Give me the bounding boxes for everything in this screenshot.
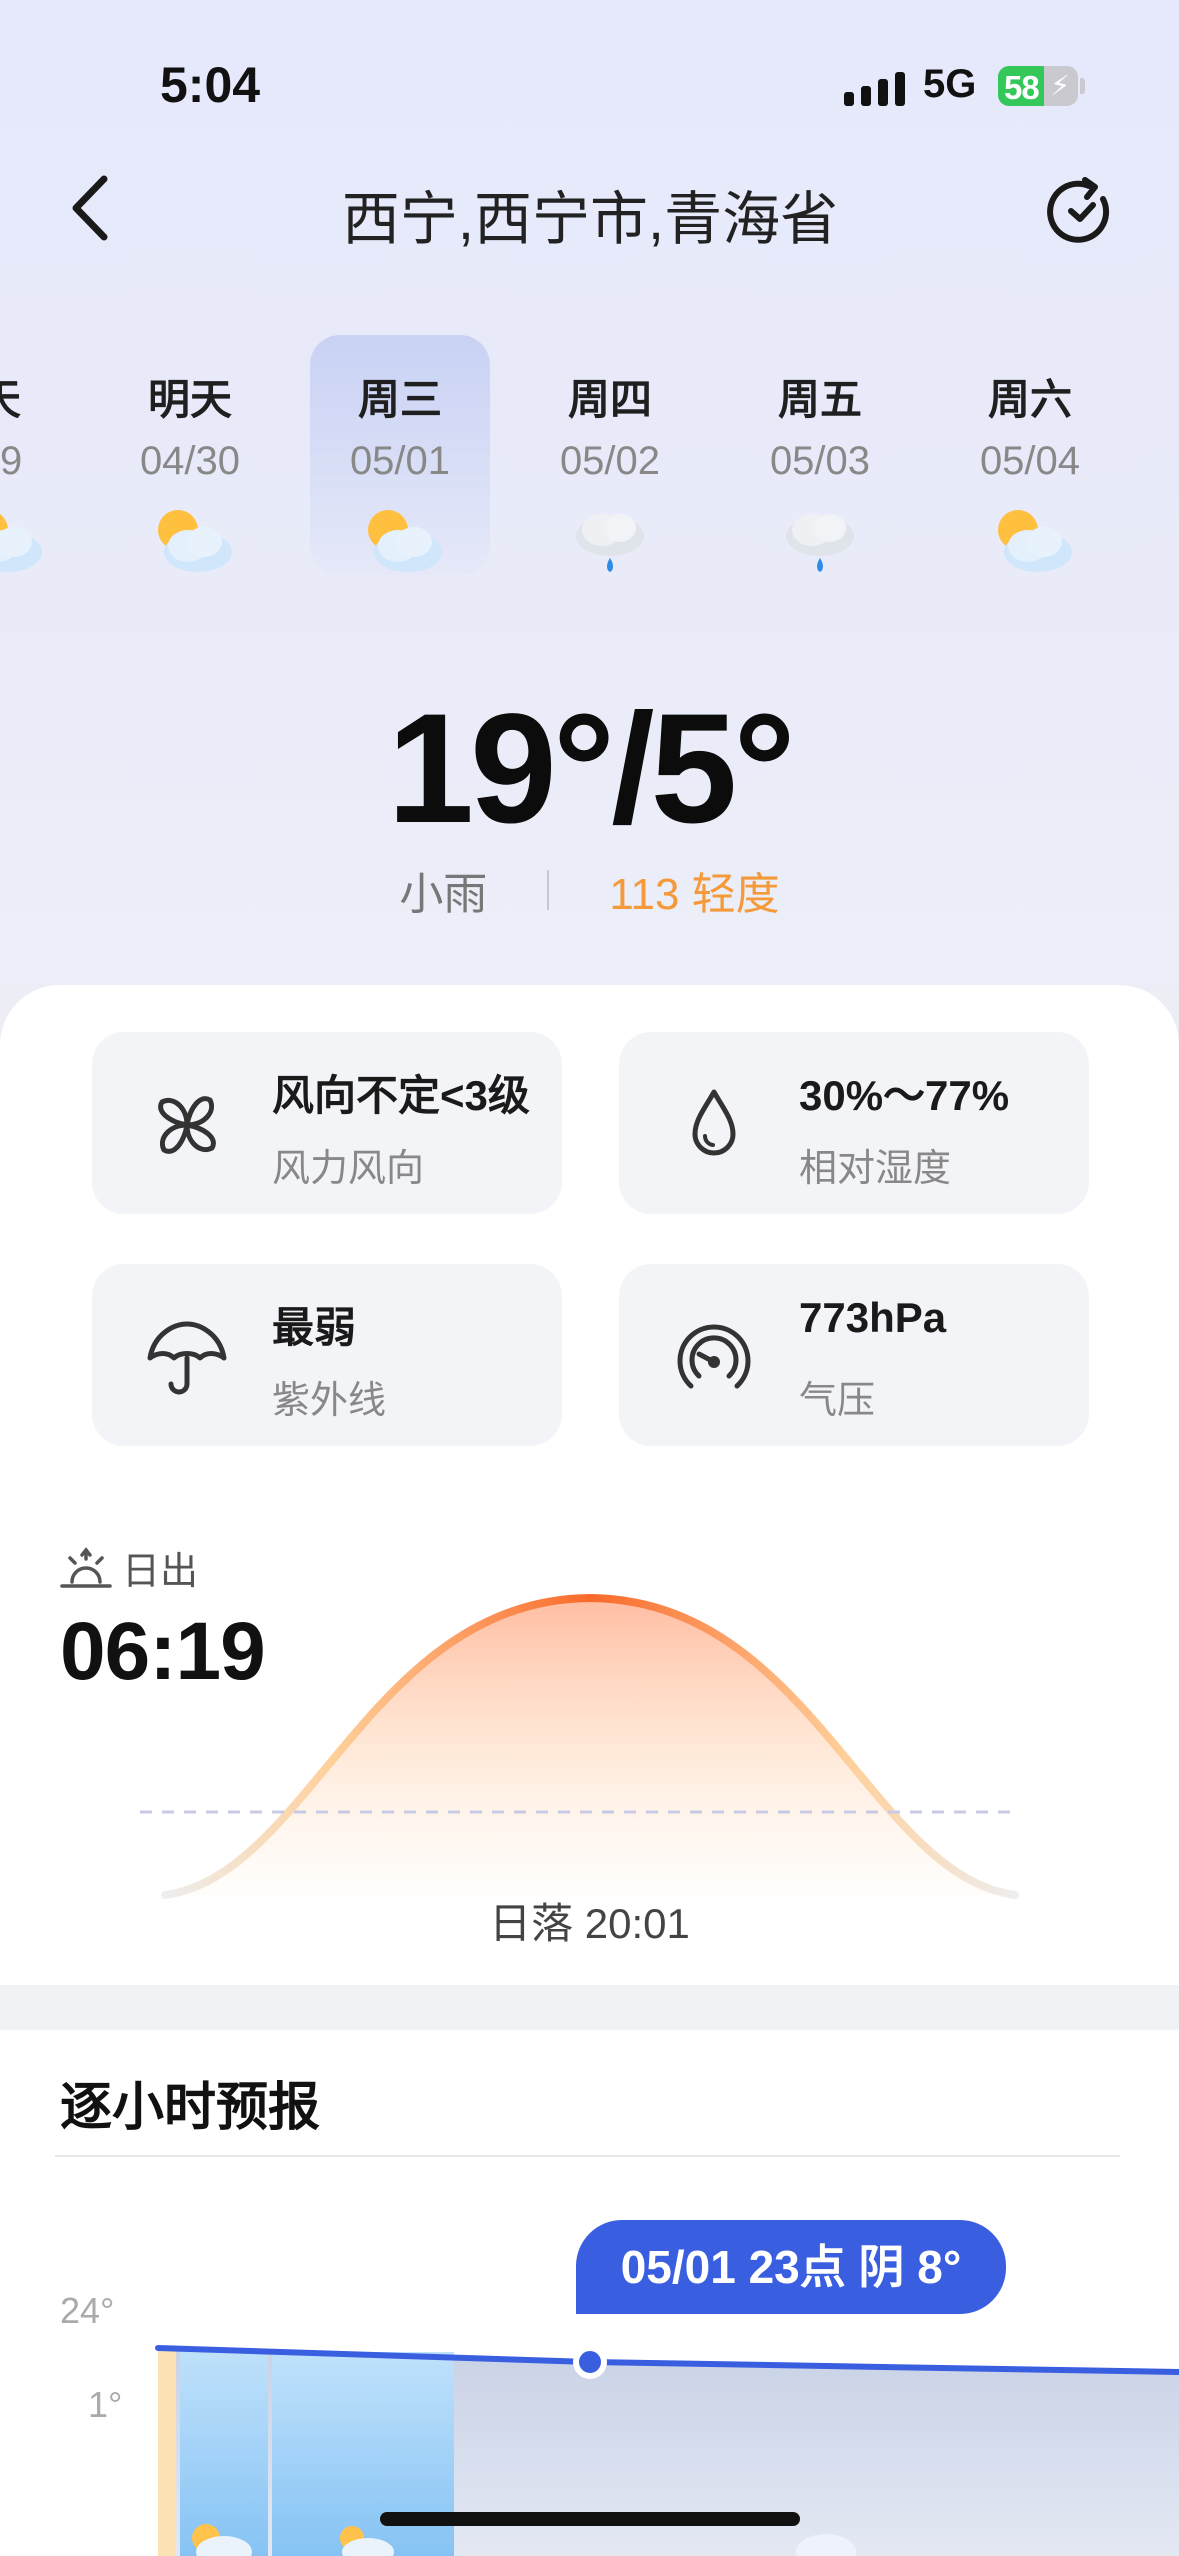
light-rain-icon <box>576 514 644 572</box>
day-tab-5[interactable]: 周六 05/04 <box>940 372 1120 585</box>
back-button[interactable] <box>60 168 120 248</box>
chevron-left-icon <box>72 175 108 241</box>
day-tab-4[interactable]: 周五 05/03 <box>730 372 910 585</box>
battery-level: 58 <box>1004 69 1040 106</box>
day-tab-3[interactable]: 周四 05/02 <box>520 372 700 585</box>
gauge-icon <box>677 1324 751 1389</box>
uv-value: 最弱 <box>272 1304 357 1351</box>
home-indicator[interactable] <box>380 2512 800 2526</box>
day-name: 周三 <box>357 376 442 423</box>
wind-value: 风向不定<3级 <box>272 1072 530 1119</box>
weather-condition: 小雨 <box>399 870 488 919</box>
air-quality[interactable]: 113 轻度 <box>609 858 779 922</box>
day-date: 05/04 <box>979 439 1081 483</box>
battery-cap <box>1080 78 1085 94</box>
network-type: 5G <box>923 62 977 106</box>
humidity-label: 相对湿度 <box>799 1148 952 1190</box>
day-date: 05/03 <box>769 439 871 483</box>
day-name: 明天 <box>147 376 232 423</box>
charging-bolt-icon: ⚡ <box>1050 70 1070 101</box>
partly-cloudy-icon <box>998 510 1072 572</box>
partly-cloudy-icon <box>0 514 42 572</box>
page-title: 西宁,西宁市,青海省 <box>341 187 839 252</box>
wind-label: 风力风向 <box>272 1148 425 1190</box>
divider <box>547 870 550 910</box>
cell-signal-icon <box>844 70 905 106</box>
pressure-label: 气压 <box>799 1380 876 1422</box>
umbrella-icon <box>147 1321 227 1395</box>
pressure-tile: 773hPa 气压 <box>619 1264 1089 1446</box>
hour-bar-now <box>158 2350 176 2556</box>
hourly-tooltip: 05/01 23点 阴 8° <box>576 2220 1006 2314</box>
day-name: 周四 <box>567 376 652 423</box>
section-gap <box>0 1985 1179 2030</box>
refresh-icon <box>1047 177 1110 243</box>
hourly-divider <box>55 2155 1120 2157</box>
status-time: 5:04 <box>160 57 261 113</box>
hour-bar-1 <box>180 2350 268 2556</box>
refresh-button[interactable] <box>1040 172 1120 252</box>
day-tab-1[interactable]: 明天 04/30 <box>100 372 280 585</box>
day-tab-0[interactable]: 天 29 <box>0 372 90 585</box>
temperature-range: 19°/5° <box>387 682 795 856</box>
hourly-title: 逐小时预报 <box>60 2079 321 2137</box>
water-drop-icon <box>692 1089 736 1156</box>
day-date: 05/01 <box>349 439 451 483</box>
fan-icon <box>158 1096 216 1154</box>
day-date: 05/02 <box>559 439 661 483</box>
day-date: 04/30 <box>139 439 241 483</box>
pressure-value: 773hPa <box>799 1294 947 1341</box>
battery-icon: 58 ⚡ <box>998 66 1078 106</box>
day-name: 天 <box>0 372 90 428</box>
partly-cloudy-icon <box>158 510 232 572</box>
humidity-tile: 30%～77% 相对湿度 <box>619 1032 1089 1214</box>
condition-row: 小雨 113 轻度 <box>0 858 1179 922</box>
selected-point[interactable] <box>573 2345 607 2379</box>
sun-path-chart <box>140 1593 1020 1899</box>
day-name: 周五 <box>777 376 862 423</box>
wind-tile: 风向不定<3级 风力风向 <box>92 1032 562 1214</box>
daylight-area <box>165 1598 1015 1895</box>
uv-label: 紫外线 <box>272 1380 387 1422</box>
partly-cloudy-icon <box>368 510 442 572</box>
day-tab-2[interactable]: 周三 05/01 <box>310 372 490 585</box>
sunset-time: 日落 20:01 <box>489 1900 690 1947</box>
humidity-value: 30%～77% <box>799 1072 1010 1119</box>
uv-tile: 最弱 紫外线 <box>92 1264 562 1446</box>
day-name: 周六 <box>987 376 1072 423</box>
day-date: 29 <box>0 439 23 483</box>
light-rain-icon <box>786 514 854 572</box>
sunrise-icon <box>60 1546 112 1588</box>
